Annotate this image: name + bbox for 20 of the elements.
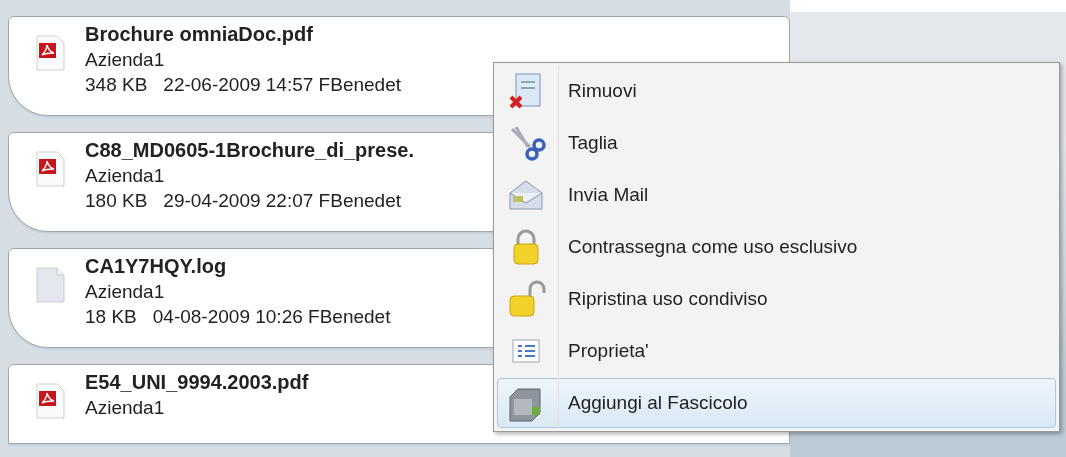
file-size: 18 KB (85, 306, 137, 328)
blank-file-icon (35, 267, 65, 303)
file-size: 348 KB (85, 74, 148, 96)
file-owner: Azienda1 (85, 165, 166, 187)
file-details: 29-04-2009 22:07 FBenedet (163, 190, 401, 212)
file-size: 180 KB (85, 190, 148, 212)
open-padlock-icon (506, 279, 546, 319)
file-name: CA1Y7HQY.log (85, 255, 228, 278)
file-owner: Azienda1 (85, 281, 166, 303)
file-owner: Azienda1 (85, 49, 166, 71)
menu-item[interactable]: Aggiungi al Fascicolo (497, 378, 1056, 428)
file-details: 22-06-2009 14:57 FBenedet (163, 74, 401, 96)
pdf-file-icon (35, 151, 65, 187)
file-owner: Azienda1 (85, 397, 166, 419)
file-details: 04-08-2009 10:26 FBenedet (152, 306, 391, 328)
file-name: Brochure omniaDoc.pdf (85, 23, 314, 46)
file-name: C88_MD0605-1Brochure_di_prese. (85, 139, 415, 162)
pdf-file-icon (35, 35, 65, 71)
file-name: E54_UNI_9994.2003.pdf (85, 371, 309, 394)
pdf-file-icon (35, 383, 65, 419)
